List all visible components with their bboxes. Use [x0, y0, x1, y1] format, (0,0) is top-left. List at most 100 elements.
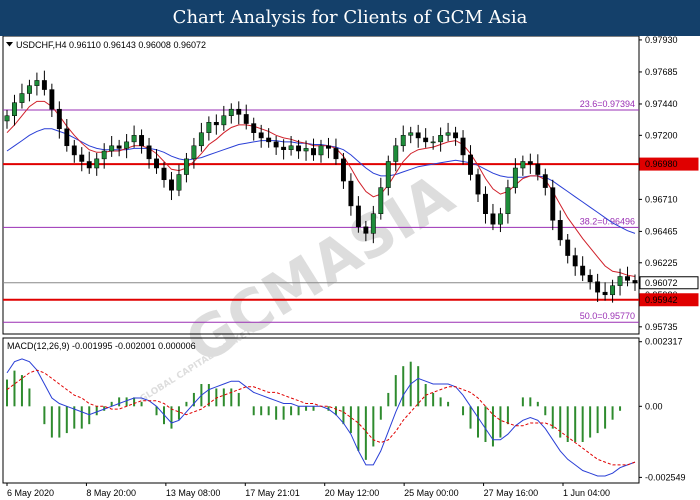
candle-bearish: [116, 145, 122, 149]
candle-bullish: [4, 115, 10, 122]
candle-bearish: [64, 128, 70, 147]
candle-bearish: [587, 274, 593, 282]
candle-bearish: [453, 132, 459, 139]
candle-bullish: [318, 145, 324, 156]
chart-area: GCMASIA GLOBAL CAPITAL MARKETS 23.6=0.97…: [2, 36, 699, 498]
x-axis-tick-label: 8 May 20:00: [86, 488, 136, 498]
macd-header-text: MACD(12,26,9) -0.001995 -0.002001 0.0000…: [7, 341, 196, 351]
candle-bearish: [415, 132, 421, 139]
candle-bearish: [602, 291, 608, 296]
candle-bearish: [56, 108, 62, 130]
candle-bearish: [243, 114, 249, 124]
candle-bullish: [26, 85, 32, 94]
candle-bearish: [273, 141, 279, 148]
y-axis-tick-label: 0.95735: [645, 322, 678, 332]
candle-bearish: [311, 148, 316, 156]
candle-bullish: [610, 285, 616, 296]
candle-bullish: [430, 141, 436, 144]
candle-bearish: [595, 281, 601, 293]
fib-level-label: 23.6=0.97394: [580, 99, 635, 109]
macd-y-axis-tick-label: 0.002317: [645, 337, 683, 347]
candle-bullish: [206, 122, 212, 133]
y-axis-tick-label: 0.96465: [645, 226, 678, 236]
candle-bearish: [258, 132, 264, 139]
candle-bullish: [109, 145, 115, 152]
candle-bearish: [86, 161, 92, 169]
x-axis-tick-label: 1 Jun 04:00: [563, 488, 610, 498]
x-axis-tick-label: 25 May 00:00: [404, 488, 459, 498]
candle-bearish: [266, 137, 272, 143]
candle-bullish: [520, 161, 526, 169]
candle-bearish: [161, 167, 167, 181]
candle-bullish: [183, 158, 189, 175]
candle-bullish: [445, 132, 451, 136]
candle-bearish: [340, 158, 346, 182]
candle-bullish: [94, 158, 100, 169]
candle-bearish: [557, 220, 563, 241]
fib-level-label: 38.2=0.96496: [580, 216, 635, 226]
y-axis-tick-label: 0.96225: [645, 258, 678, 268]
candle-bearish: [475, 174, 481, 195]
x-axis-tick-label: 27 May 16:00: [484, 488, 539, 498]
candle-bullish: [505, 187, 511, 215]
x-axis-tick-label: 20 May 12:00: [325, 488, 380, 498]
candle-bearish: [236, 108, 242, 115]
candle-bullish: [221, 115, 227, 126]
x-axis-tick-label: 17 May 21:01: [245, 488, 300, 498]
candle-bearish: [49, 89, 55, 110]
macd-y-axis-tick-label: -0.002549: [645, 472, 686, 482]
candle-bullish: [288, 145, 294, 150]
candle-bullish: [617, 276, 623, 286]
candle-bearish: [625, 276, 630, 281]
current-price-line-price-label: 0.96072: [645, 278, 678, 288]
candle-bearish: [632, 280, 638, 284]
candle-bullish: [19, 93, 25, 103]
candle-bullish: [101, 150, 107, 160]
candle-bearish: [527, 161, 533, 165]
resistance-level-price-label: 0.96980: [645, 159, 678, 169]
y-axis-tick-label: 0.96710: [645, 194, 678, 204]
candle-bearish: [542, 174, 548, 188]
candle-bullish: [512, 167, 518, 188]
candle-bullish: [12, 102, 17, 116]
candle-bullish: [385, 161, 391, 188]
y-axis-tick-label: 0.97440: [645, 99, 678, 109]
candle-bullish: [198, 132, 204, 147]
candle-bearish: [296, 145, 302, 152]
candle-bearish: [468, 154, 473, 175]
candle-bullish: [393, 145, 399, 162]
candle-bearish: [169, 179, 174, 191]
candle-bearish: [535, 163, 541, 175]
candle-bullish: [34, 80, 40, 86]
candle-bearish: [213, 122, 219, 126]
candle-bullish: [370, 213, 376, 234]
candle-bullish: [497, 213, 503, 225]
candle-bearish: [154, 158, 159, 169]
candle-bearish: [71, 145, 77, 156]
candle-bearish: [333, 148, 339, 160]
y-axis-tick-label: 0.97200: [645, 130, 678, 140]
candle-bearish: [550, 187, 556, 221]
candle-bearish: [251, 123, 257, 133]
y-axis-tick-label: 0.97930: [645, 36, 678, 45]
candle-bearish: [565, 239, 571, 256]
macd-pane-frame: [2, 337, 640, 484]
y-axis-tick-label: 0.97685: [645, 67, 678, 77]
support-level-price-label: 0.95942: [645, 295, 678, 305]
candle-bearish: [79, 154, 85, 162]
candle-bearish: [139, 135, 145, 147]
candle-bullish: [400, 135, 406, 147]
candle-bullish: [191, 145, 197, 160]
candle-bearish: [281, 146, 287, 150]
candle-bearish: [348, 180, 354, 207]
x-axis-tick-label: 13 May 08:00: [166, 488, 221, 498]
macd-y-axis-tick-label: 0.00: [645, 401, 663, 411]
candle-bullish: [228, 108, 234, 116]
candle-bearish: [572, 255, 578, 267]
candle-bearish: [490, 213, 496, 225]
candle-bullish: [303, 148, 309, 152]
candle-bearish: [326, 145, 331, 149]
candle-bearish: [580, 265, 586, 276]
candle-bullish: [378, 187, 384, 215]
candle-bullish: [176, 174, 182, 191]
